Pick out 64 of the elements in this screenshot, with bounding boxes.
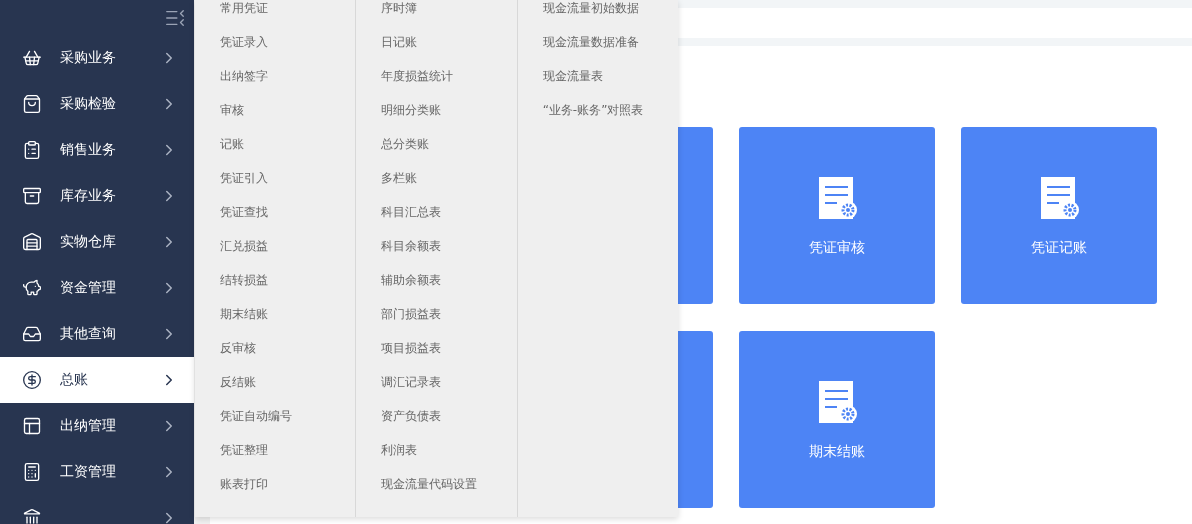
sidebar-item[interactable]: 出纳管理 bbox=[0, 403, 194, 449]
archive-icon bbox=[22, 186, 42, 206]
sidebar-item[interactable]: 采购业务 bbox=[0, 35, 194, 81]
menu-item[interactable]: 科目汇总表 bbox=[381, 195, 517, 229]
menu-item[interactable]: 审核 bbox=[220, 93, 356, 127]
document-gear-icon bbox=[1039, 174, 1079, 221]
piggy-bank-icon bbox=[22, 278, 42, 298]
menu-item[interactable]: 总分类账 bbox=[381, 127, 517, 161]
module-tile[interactable]: 凭证记账 bbox=[961, 127, 1157, 304]
menu-item[interactable]: 年度损益统计 bbox=[381, 59, 517, 93]
menu-item[interactable]: 反结账 bbox=[220, 365, 356, 399]
menu-item[interactable]: 部门损益表 bbox=[381, 297, 517, 331]
sidebar-item[interactable]: 实物仓库 bbox=[0, 219, 194, 265]
clipboard-icon bbox=[22, 140, 42, 160]
tile-label: 期末结账 bbox=[809, 442, 865, 461]
menu-item[interactable]: 现金流量表 bbox=[542, 59, 678, 93]
menu-item[interactable]: 项目损益表 bbox=[381, 331, 517, 365]
menu-item[interactable]: 反审核 bbox=[220, 331, 356, 365]
calculator-icon bbox=[22, 462, 42, 482]
sidebar-item[interactable]: 总账 bbox=[0, 357, 194, 403]
menu-item[interactable]: 明细分类账 bbox=[381, 93, 517, 127]
module-tile[interactable]: 凭证审核 bbox=[739, 127, 935, 304]
sidebar-item[interactable]: 资金管理 bbox=[0, 265, 194, 311]
menu-item[interactable]: 凭证自动编号 bbox=[220, 399, 356, 433]
menu-item[interactable]: 结转损益 bbox=[220, 263, 356, 297]
bag-icon bbox=[22, 94, 42, 114]
panel-layout-icon bbox=[22, 416, 42, 436]
menu-item[interactable]: 凭证引入 bbox=[220, 161, 356, 195]
menu-item[interactable]: 凭证录入 bbox=[220, 25, 356, 59]
menu-item[interactable]: 资产负债表 bbox=[381, 399, 517, 433]
menu-item[interactable]: 日记账 bbox=[381, 25, 517, 59]
menu-item[interactable]: 现金流量初始数据 bbox=[542, 0, 678, 25]
menu-item[interactable]: 辅助余额表 bbox=[381, 263, 517, 297]
document-gear-icon bbox=[817, 378, 857, 425]
inbox-icon bbox=[22, 324, 42, 344]
menu-item[interactable]: 现金流量代码设置 bbox=[381, 467, 517, 501]
menu-item[interactable]: 科目余额表 bbox=[381, 229, 517, 263]
menu-item[interactable]: “业务-账务”对照表 bbox=[542, 93, 678, 127]
menu-item[interactable]: 多栏账 bbox=[381, 161, 517, 195]
menu-item[interactable]: 账表打印 bbox=[220, 467, 356, 501]
basket-icon bbox=[22, 48, 42, 68]
sidebar-item[interactable]: 采购检验 bbox=[0, 81, 194, 127]
module-tile[interactable]: 期末结账 bbox=[739, 331, 935, 508]
building-icon bbox=[22, 508, 42, 524]
sidebar-item[interactable]: 工资管理 bbox=[0, 449, 194, 495]
document-gear-icon bbox=[817, 174, 857, 221]
menu-item[interactable]: 调汇记录表 bbox=[381, 365, 517, 399]
menu-item[interactable]: 记账 bbox=[220, 127, 356, 161]
menu-item[interactable]: 汇兑损益 bbox=[220, 229, 356, 263]
menu-item[interactable]: 序时簿 bbox=[381, 0, 517, 25]
menu-item[interactable]: 现金流量数据准备 bbox=[542, 25, 678, 59]
sidebar-item[interactable]: 库存业务 bbox=[0, 173, 194, 219]
currency-circle-icon bbox=[22, 370, 42, 390]
menu-item[interactable]: 凭证整理 bbox=[220, 433, 356, 467]
warehouse-icon bbox=[22, 232, 42, 252]
menu-item[interactable]: 利润表 bbox=[381, 433, 517, 467]
sidebar-item[interactable]: 其他查询 bbox=[0, 311, 194, 357]
menu-item[interactable]: 凭证查找 bbox=[220, 195, 356, 229]
tile-label: 凭证记账 bbox=[1031, 238, 1087, 257]
menu-item[interactable]: 出纳签字 bbox=[220, 59, 356, 93]
sidebar-item[interactable]: 销售业务 bbox=[0, 127, 194, 173]
menu-item[interactable]: 常用凭证 bbox=[220, 0, 356, 25]
tile-label: 凭证审核 bbox=[809, 238, 865, 257]
menu-item[interactable]: 期末结账 bbox=[220, 297, 356, 331]
